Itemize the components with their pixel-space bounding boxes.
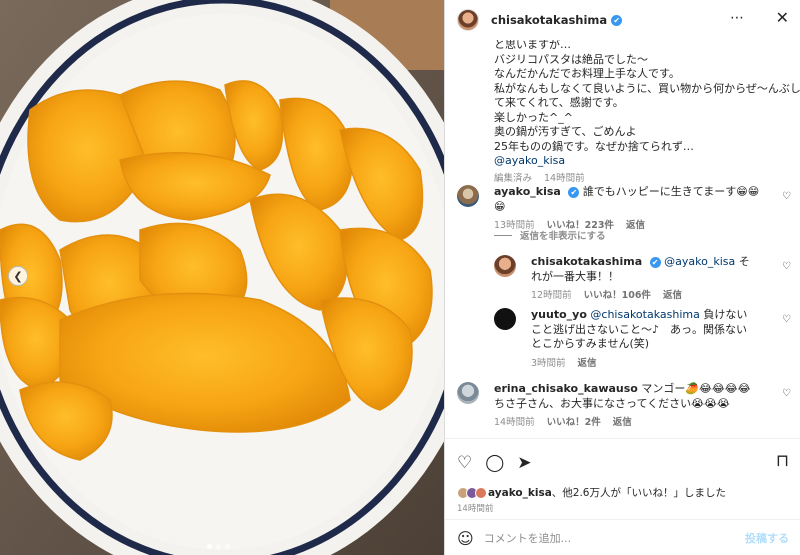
comment-username[interactable]: yuuto_yo [531, 308, 587, 321]
comment-body: yuuto_yo @chisakotakashima 負けないこと逃げ出さないこ… [531, 308, 753, 371]
caption-line: 私がなんもしなくて良いように、買い物から何からぜ〜んぶし [494, 81, 800, 95]
caption-line: 奥の鍋が汚すぎて、ごめんよ [494, 125, 637, 138]
add-comment-bar: ☺ 投稿する [445, 519, 800, 555]
comment-body: ayako_kisa ✔ 誰でもハッピーに生きてまーす😁😁😁 13時間前 いいね… [494, 185, 766, 234]
comment-mention-link[interactable]: @ayako_kisa [664, 255, 735, 268]
heart-icon[interactable]: ♡ [782, 261, 791, 272]
post-time[interactable]: 14時間前 [457, 502, 493, 514]
comment-username[interactable]: ayako_kisa [494, 185, 561, 198]
mango-plate-image [0, 0, 444, 555]
chevron-left-icon: ❮ [13, 269, 23, 283]
caption-meta: 編集済み 14時間前 [494, 172, 784, 187]
post-header: chisakotakashima ✔ ⋯ ✕ [445, 0, 800, 40]
avatar [475, 486, 487, 499]
hide-replies-label: 返信を非表示にする [520, 231, 606, 242]
heart-icon[interactable]: ♡ [782, 191, 791, 202]
avatar[interactable] [457, 382, 479, 404]
emoji-icon[interactable]: ☺ [457, 529, 474, 548]
carousel-dot [207, 544, 212, 549]
comment-time[interactable]: 14時間前 [494, 416, 535, 431]
share-icon[interactable]: ➤ [517, 453, 531, 473]
comment-time[interactable]: 12時間前 [531, 289, 572, 304]
comment-input[interactable] [483, 531, 745, 545]
comment-likes[interactable]: いいね！2件 [547, 416, 601, 431]
post-modal: ❮ chisakotakashima ✔ ⋯ ✕ と思いますが… バジリコパスタ… [0, 0, 800, 555]
edited-label: 編集済み [494, 172, 533, 184]
comments-list[interactable]: と思いますが… バジリコパスタは絶品でした〜 なんだかんだでお料理上手な人です。… [445, 40, 800, 438]
comment-meta: 14時間前 いいね！2件 返信 [494, 416, 766, 431]
post-panel: chisakotakashima ✔ ⋯ ✕ と思いますが… バジリコパスタは絶… [444, 0, 800, 555]
author-username[interactable]: chisakotakashima [491, 13, 607, 27]
likes-username[interactable]: ayako_kisa [488, 487, 552, 499]
reply-button[interactable]: 返信 [613, 416, 632, 431]
more-options-icon[interactable]: ⋯ [730, 10, 745, 26]
hide-replies-button[interactable]: 返信を非表示にする [494, 228, 606, 242]
carousel-dots [207, 544, 230, 549]
heart-icon[interactable]: ♡ [782, 388, 791, 399]
bookmark-icon[interactable]: ⊓ [776, 451, 789, 471]
avatar[interactable] [457, 9, 479, 31]
comment-username[interactable]: chisakotakashima [531, 255, 642, 268]
reply-button[interactable]: 返信 [578, 357, 597, 372]
avatar[interactable] [494, 308, 516, 330]
comment-text: マンゴー🥭😂😂😂😂 [641, 382, 751, 395]
comment-likes[interactable]: いいね！106件 [584, 289, 651, 304]
caption-line: と思いますが… [494, 40, 571, 51]
post-actions: ♡ ◯ ➤ ⊓ ayako_kisa 、他2.6万人が「いいね！」しました 14… [445, 438, 800, 555]
verified-badge-icon: ✔ [568, 186, 580, 198]
comment-text: ちさ子さん、お大事になさってください😭😭😭 [494, 396, 730, 410]
caption-mention-link[interactable]: @ayako_kisa [494, 154, 784, 169]
comment-meta: 12時間前 いいね！106件 返信 [531, 289, 753, 304]
reply-button[interactable]: 返信 [663, 289, 682, 304]
post-comment-button[interactable]: 投稿する [745, 530, 789, 546]
carousel-dot [216, 544, 221, 549]
post-caption: と思いますが… バジリコパスタは絶品でした〜 なんだかんだでお料理上手な人です。… [494, 40, 800, 187]
comment-meta: 3時間前 返信 [531, 357, 753, 372]
caption-time[interactable]: 14時間前 [544, 172, 585, 187]
divider [494, 234, 512, 236]
reply-button[interactable]: 返信 [626, 219, 645, 234]
avatar[interactable] [494, 255, 516, 277]
comment-username[interactable]: erina_chisako_kawauso [494, 382, 638, 395]
caption-line: なんだかんだでお料理上手な人です。 [494, 67, 680, 80]
avatar[interactable] [457, 185, 479, 207]
caption-line: 楽しかった^_^ [494, 110, 573, 124]
caption-line: バジリコパスタは絶品でした〜 [494, 52, 648, 66]
carousel-dot [225, 544, 230, 549]
action-icons: ♡ ◯ ➤ [457, 453, 532, 473]
liker-avatars [457, 486, 487, 499]
comment-time[interactable]: 3時間前 [531, 357, 566, 372]
heart-icon[interactable]: ♡ [782, 314, 791, 325]
comment-body: erina_chisako_kawauso マンゴー🥭😂😂😂😂 ちさ子さん、お大… [494, 382, 766, 431]
like-heart-icon[interactable]: ♡ [457, 453, 472, 473]
comment-icon[interactable]: ◯ [485, 453, 504, 473]
verified-badge-icon: ✔ [611, 14, 623, 26]
comment-body: chisakotakashima ✔ @ayako_kisa それが一番大事！！… [531, 255, 753, 304]
post-photo[interactable]: ❮ [0, 0, 444, 555]
likes-summary[interactable]: ayako_kisa 、他2.6万人が「いいね！」しました [457, 485, 726, 500]
likes-text: 、他2.6万人が「いいね！」しました [551, 487, 726, 499]
close-icon[interactable]: ✕ [776, 8, 789, 27]
caption-line: 25年ものの鍋です。なぜか捨てられず… [494, 139, 694, 153]
verified-badge-icon: ✔ [649, 256, 661, 268]
comment-mention-link[interactable]: @chisakotakashima [590, 308, 699, 321]
caption-line: て来てくれて、感謝です。 [494, 96, 624, 109]
previous-image-button[interactable]: ❮ [8, 266, 28, 286]
